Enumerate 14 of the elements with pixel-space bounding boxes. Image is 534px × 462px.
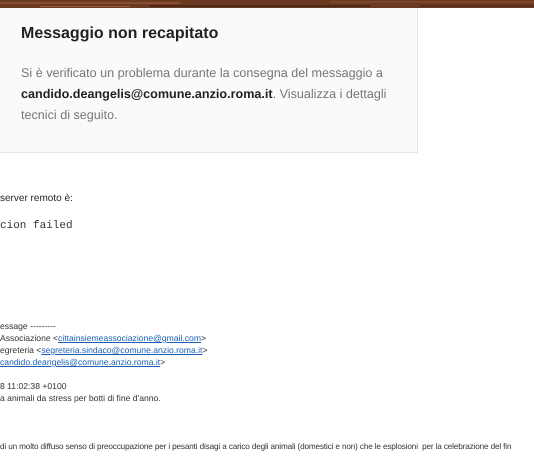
email-link[interactable]: segreteria.sindaco@comune.anzio.roma.it [41,345,202,355]
forwarded-header-line: candido.deangelis@comune.anzio.roma.it> [0,356,166,368]
forwarded-header-line: essage --------- [0,320,57,332]
server-response-label: server remoto è: [0,193,74,204]
forwarded-header-line: Associazione <cittainsiemeassociazione@gmail.com> [0,332,208,344]
forwarded-header-line: egreteria <segreteria.sindaco@comune.anzio.roma.it> [0,344,208,356]
email-link[interactable]: cittainsiemeassociazione@gmail.com [58,333,201,343]
server-response-code: cion failed [0,220,74,232]
email-link[interactable]: candido.deangelis@comune.anzio.roma.it [0,357,160,367]
forwarded-header-line: 8 11:02:38 +0100 [0,380,68,392]
forwarded-header-line: a animali da stress per botti di fine d'anno. [0,392,162,404]
message-body-line: di un molto diffuso senso di preoccupazione per i pesanti disagi a carico degli animali (domestici e non) che le esplosioni per la celebrazione del fin [0,442,512,451]
notice-message: Si è verificato un problema durante la consegna del messaggio a candido.deangelis@comune.anzio.roma.it. Visualizza i dettagli tecnici di seguito. [21,65,388,124]
notice-title: Messaggio non recapitato [21,25,220,43]
